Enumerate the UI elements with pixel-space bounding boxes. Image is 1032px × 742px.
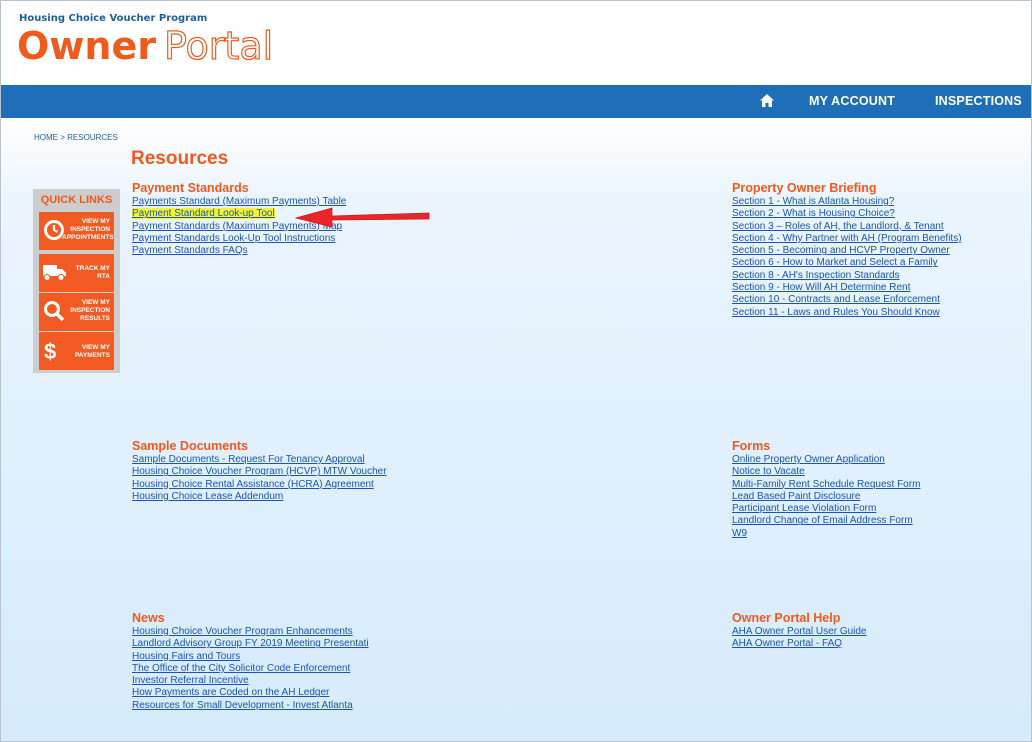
- section-title: Payment Standards: [132, 181, 249, 195]
- section-title: Owner Portal Help: [732, 611, 841, 625]
- track-rta-button[interactable]: TRACK MY RTA: [39, 254, 114, 292]
- program-name: Housing Choice Voucher Program: [19, 13, 208, 24]
- link-sample-document[interactable]: Housing Choice Voucher Program (HCVP) MT…: [132, 466, 387, 478]
- link-briefing-section[interactable]: Section 4 - Why Partner with AH (Program…: [732, 233, 962, 245]
- sample-documents-section: Sample Documents Sample Documents - Requ…: [132, 439, 387, 503]
- main-nav: MY ACCOUNT INSPECTIONS: [1, 85, 1031, 118]
- breadcrumb-current: RESOURCES: [67, 133, 118, 142]
- quick-link-label: VIEW MY INSPECTION APPOINTMENTS: [62, 218, 114, 241]
- link-news-item[interactable]: Investor Referral Incentive: [132, 675, 369, 687]
- nav-my-account[interactable]: MY ACCOUNT: [809, 94, 895, 108]
- link-briefing-section[interactable]: Section 5 - Becoming and HCVP Property O…: [732, 245, 962, 257]
- section-title: Forms: [732, 439, 771, 453]
- owner-portal-help-section: Owner Portal Help AHA Owner Portal User …: [732, 611, 867, 651]
- link-sample-document[interactable]: Housing Choice Lease Addendum: [132, 491, 387, 503]
- link-briefing-section[interactable]: Section 10 - Contracts and Lease Enforce…: [732, 294, 962, 306]
- link-form[interactable]: Online Property Owner Application: [732, 454, 920, 466]
- view-inspection-results-button[interactable]: VIEW MY INSPECTION RESULTS: [39, 293, 114, 331]
- quick-link-label: TRACK MY RTA: [75, 265, 110, 280]
- view-payments-button[interactable]: $ VIEW MY PAYMENTS: [39, 332, 114, 370]
- home-icon[interactable]: [760, 93, 774, 111]
- news-section: News Housing Choice Voucher Program Enha…: [132, 611, 369, 712]
- quick-links-panel: QUICK LINKS VIEW MY INSPECTION APPOINTME…: [33, 189, 120, 373]
- breadcrumb-home[interactable]: HOME: [34, 133, 58, 142]
- link-briefing-section[interactable]: Section 1 - What is Atlanta Housing?: [732, 196, 962, 208]
- quick-links-title: QUICK LINKS: [40, 194, 113, 206]
- link-briefing-section[interactable]: Section 9 - How Will AH Determine Rent: [732, 282, 962, 294]
- link-sample-document[interactable]: Sample Documents - Request For Tenancy A…: [132, 454, 387, 466]
- link-form[interactable]: Multi-Family Rent Schedule Request Form: [732, 479, 920, 491]
- link-news-item[interactable]: Landlord Advisory Group FY 2019 Meeting …: [132, 638, 369, 650]
- link-help-item[interactable]: AHA Owner Portal User Guide: [732, 626, 867, 638]
- link-form[interactable]: Lead Based Paint Disclosure: [732, 491, 920, 503]
- link-form[interactable]: Notice to Vacate: [732, 466, 920, 478]
- owner-briefing-section: Property Owner Briefing Section 1 - What…: [732, 181, 962, 319]
- browser-page: Housing Choice Voucher Program Owner Port…: [0, 0, 1032, 742]
- section-title: Sample Documents: [132, 439, 249, 453]
- link-help-item[interactable]: AHA Owner Portal - FAQ: [732, 638, 867, 650]
- link-lookup-tool-instructions[interactable]: Payment Standards Look-Up Tool Instructi…: [132, 233, 346, 245]
- link-briefing-section[interactable]: Section 2 - What is Housing Choice?: [732, 208, 962, 220]
- red-arrow-annotation: [294, 207, 430, 228]
- site-header: Housing Choice Voucher Program Owner Port…: [1, 1, 1031, 85]
- link-form[interactable]: Participant Lease Violation Form: [732, 503, 920, 515]
- forms-section: Forms Online Property Owner Application …: [732, 439, 920, 540]
- view-inspection-appointments-button[interactable]: VIEW MY INSPECTION APPOINTMENTS: [39, 212, 114, 250]
- quick-link-label: VIEW MY PAYMENTS: [74, 344, 110, 359]
- link-briefing-section[interactable]: Section 6 - How to Market and Select a F…: [732, 257, 962, 269]
- quick-link-label: VIEW MY INSPECTION RESULTS: [70, 299, 110, 322]
- link-payment-standards-faqs[interactable]: Payment Standards FAQs: [132, 245, 346, 257]
- link-sample-document[interactable]: Housing Choice Rental Assistance (HCRA) …: [132, 479, 387, 491]
- link-form[interactable]: Landlord Change of Email Address Form: [732, 515, 920, 527]
- section-title: Property Owner Briefing: [732, 181, 877, 195]
- link-news-item[interactable]: Housing Fairs and Tours: [132, 651, 369, 663]
- logo-owner-text: Owner: [17, 24, 156, 68]
- link-news-item[interactable]: The Office of the City Solicitor Code En…: [132, 663, 369, 675]
- link-form[interactable]: W9: [732, 528, 920, 540]
- svg-text:$: $: [44, 339, 56, 363]
- link-news-item[interactable]: Resources for Small Development - Invest…: [132, 700, 369, 712]
- link-news-item[interactable]: How Payments are Coded on the AH Ledger: [132, 687, 369, 699]
- section-title: News: [132, 611, 165, 625]
- page-title: Resources: [131, 148, 229, 169]
- link-briefing-section[interactable]: Section 11 - Laws and Rules You Should K…: [732, 307, 962, 319]
- logo-portal-text: Portal: [163, 23, 274, 68]
- link-briefing-section[interactable]: Section 3 – Roles of AH, the Landlord, &…: [732, 221, 962, 233]
- owner-portal-logo[interactable]: Owner Portal: [17, 23, 274, 68]
- breadcrumb-separator: >: [58, 133, 68, 142]
- nav-inspections[interactable]: INSPECTIONS: [935, 94, 1022, 108]
- link-briefing-section[interactable]: Section 8 - AH's Inspection Standards: [732, 270, 962, 282]
- link-news-item[interactable]: Housing Choice Voucher Program Enhanceme…: [132, 626, 369, 638]
- breadcrumb: HOME > RESOURCES: [34, 133, 118, 142]
- highlighted-link-text: Payment Standard Look-up Tool: [132, 208, 275, 220]
